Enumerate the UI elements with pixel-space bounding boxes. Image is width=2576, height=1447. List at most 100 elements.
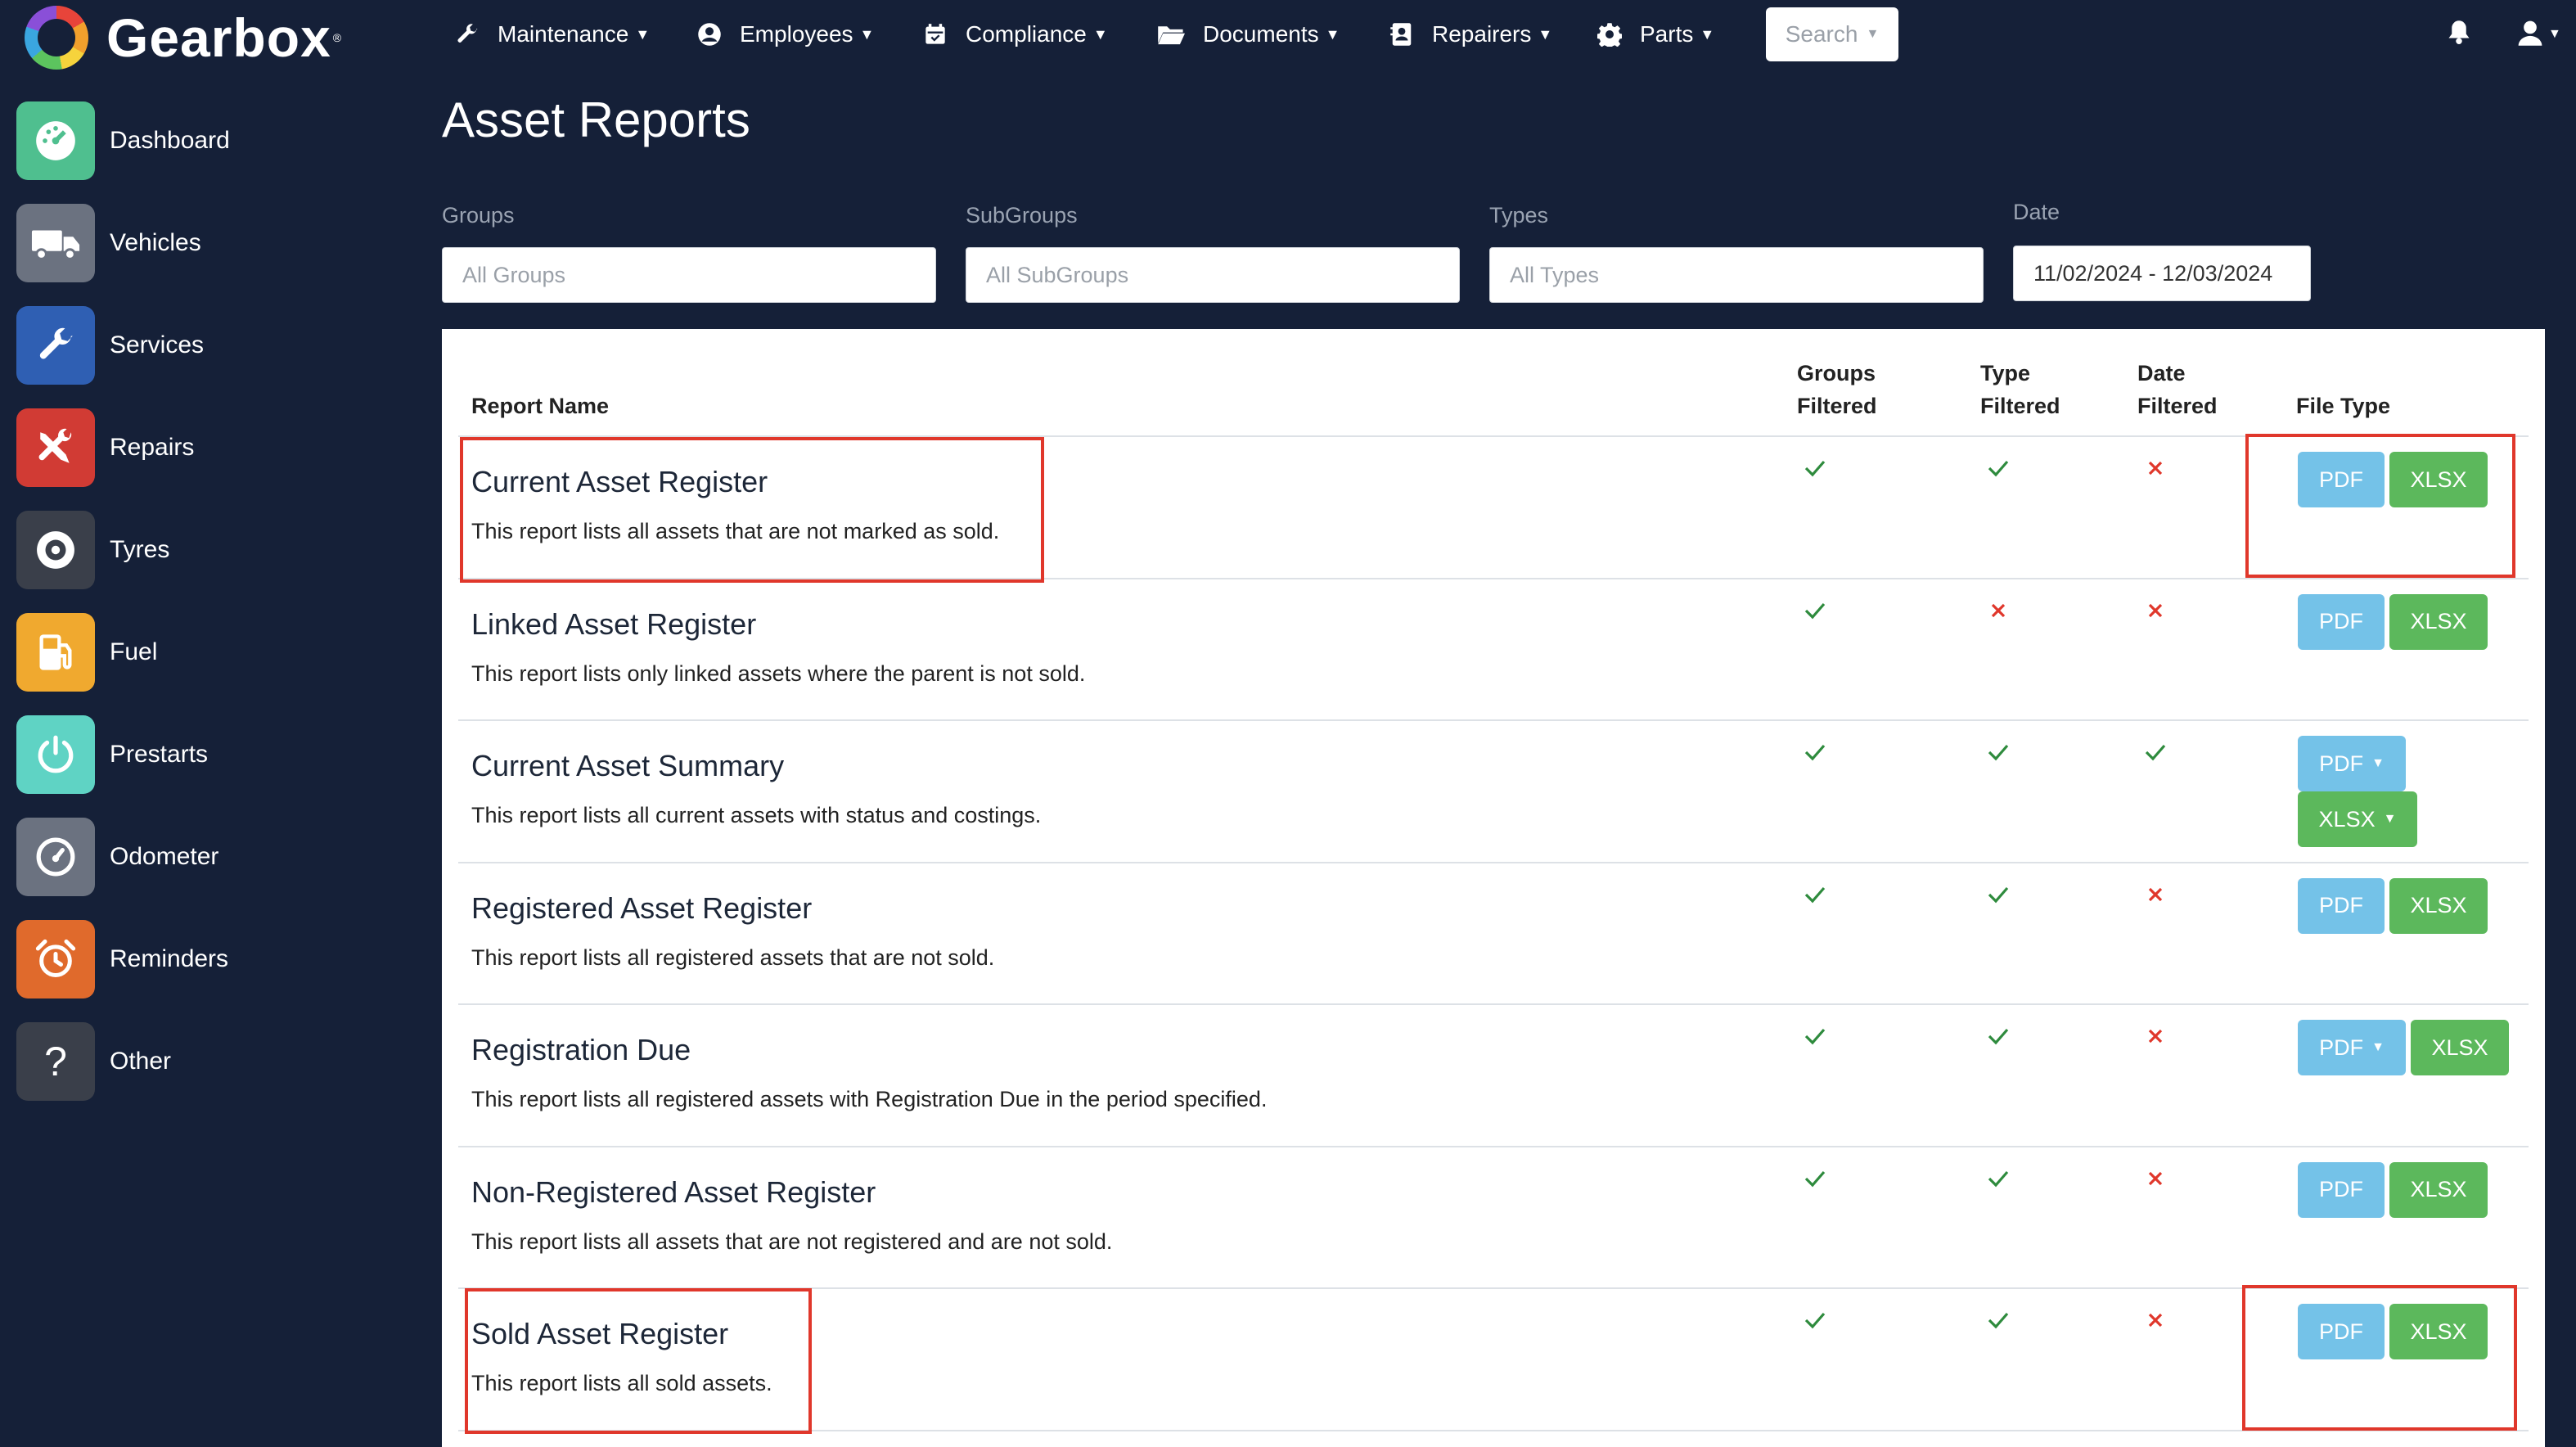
cross-icon [1985, 597, 2011, 624]
check-icon [1985, 881, 2011, 908]
caret-down-icon: ▼ [859, 25, 875, 43]
cross-icon [2142, 1307, 2168, 1333]
gear-icon [1597, 22, 1622, 47]
caret-down-icon: ▼ [2371, 1040, 2385, 1054]
nav-maintenance[interactable]: Maintenance ▼ [455, 0, 650, 69]
caret-down-icon: ▼ [1700, 25, 1715, 43]
subgroups-label: SubGroups [966, 203, 1078, 228]
groups-label: Groups [442, 203, 515, 228]
groups-select[interactable]: All Groups [442, 247, 936, 303]
check-icon [1985, 1165, 2011, 1192]
row-divider [458, 719, 2529, 721]
sidebar-item-prestarts[interactable]: Prestarts [16, 715, 393, 794]
contact-card-icon [1389, 22, 1414, 47]
highlight-box-current-asset-filetype [2245, 434, 2515, 578]
cross-icon [2142, 1023, 2168, 1049]
caret-down-icon: ▼ [1325, 25, 1340, 43]
nav-employees[interactable]: Employees ▼ [697, 0, 874, 69]
calendar-icon [923, 22, 948, 47]
tools-icon [16, 408, 95, 487]
search-button[interactable]: Search ▼ [1766, 7, 1898, 61]
highlight-box-current-asset-title [460, 437, 1044, 583]
sidebar-item-odometer[interactable]: Odometer [16, 818, 393, 896]
alarm-clock-icon [16, 920, 95, 998]
cross-icon [2142, 881, 2168, 908]
fuel-pump-icon [16, 613, 95, 692]
sidebar-item-tyres[interactable]: Tyres [16, 511, 393, 589]
pdf-dropdown-button[interactable]: PDF ▼ [2298, 736, 2406, 791]
nav-documents[interactable]: Documents ▼ [1157, 0, 1340, 69]
brand-logo[interactable]: Gearbox ® [25, 5, 341, 70]
xlsx-button[interactable]: XLSX [2389, 593, 2488, 650]
sidebar-item-dashboard[interactable]: Dashboard [16, 101, 393, 180]
question-icon: ? [16, 1022, 95, 1101]
pdf-button[interactable]: PDF [2298, 593, 2385, 650]
bell-icon[interactable] [2447, 18, 2476, 51]
report-title: Non-Registered Asset Register [471, 1174, 876, 1209]
pdf-button[interactable]: PDF [2298, 877, 2385, 934]
sidebar-item-fuel[interactable]: Fuel [16, 613, 393, 692]
check-icon [1802, 739, 1828, 765]
types-select[interactable]: All Types [1489, 247, 1984, 303]
date-label: Date [2013, 200, 2060, 224]
cross-icon [2142, 1165, 2168, 1192]
user-icon [2517, 19, 2543, 51]
subgroups-select[interactable]: All SubGroups [966, 247, 1460, 303]
header-file-type: File Type [2296, 394, 2391, 418]
folder-icon [1157, 22, 1185, 47]
cross-icon [2142, 455, 2168, 481]
user-circle-icon [697, 22, 722, 47]
speedometer-icon [16, 101, 95, 180]
nav-repairers[interactable]: Repairers ▼ [1389, 0, 1552, 69]
header-date-filtered: Date Filtered [2137, 361, 2218, 418]
check-icon [1802, 1307, 1828, 1333]
odometer-icon [16, 818, 95, 896]
report-description: This report lists all registered assets … [471, 944, 995, 970]
pdf-dropdown-button[interactable]: PDF ▼ [2298, 1020, 2406, 1075]
check-icon [1802, 881, 1828, 908]
sidebar-item-services[interactable]: Services [16, 306, 393, 385]
sidebar-item-vehicles[interactable]: Vehicles [16, 204, 393, 282]
nav-parts[interactable]: Parts ▼ [1597, 0, 1714, 69]
check-icon [1802, 1023, 1828, 1049]
date-range-input[interactable]: 11/02/2024 - 12/03/2024 [2013, 246, 2311, 301]
check-icon [1985, 1023, 2011, 1049]
gearbox-logo-icon [25, 6, 88, 70]
check-icon [1802, 1165, 1828, 1192]
check-icon [1802, 597, 1828, 624]
types-label: Types [1489, 203, 1549, 228]
highlight-box-sold-asset-title [465, 1288, 812, 1434]
user-menu[interactable]: ▼ [2517, 18, 2566, 51]
caret-down-icon: ▼ [1866, 27, 1880, 41]
report-description: This report lists all registered assets … [471, 1087, 1268, 1111]
tyre-icon [16, 511, 95, 589]
caret-down-icon: ▼ [2383, 812, 2397, 826]
caret-down-icon: ▼ [2371, 756, 2385, 770]
highlight-box-sold-asset-filetype [2242, 1285, 2517, 1431]
sidebar-item-reminders[interactable]: Reminders [16, 920, 393, 998]
nav-compliance[interactable]: Compliance ▼ [923, 0, 1108, 69]
truck-icon [16, 204, 95, 282]
check-icon [1985, 455, 2011, 481]
caret-down-icon: ▼ [1538, 25, 1553, 43]
cross-icon [2142, 597, 2168, 624]
report-title: Registered Asset Register [471, 890, 813, 925]
xlsx-button[interactable]: XLSX [2389, 1161, 2488, 1218]
row-divider [458, 1003, 2529, 1005]
check-icon [2142, 739, 2168, 765]
xlsx-dropdown-button[interactable]: XLSX ▼ [2298, 791, 2417, 847]
wrench-icon [455, 22, 480, 47]
sidebar-item-repairs[interactable]: Repairs [16, 408, 393, 487]
xlsx-button[interactable]: XLSX [2411, 1020, 2509, 1075]
report-title: Registration Due [471, 1033, 691, 1066]
brand-name: Gearbox [106, 7, 331, 68]
xlsx-button[interactable]: XLSX [2389, 877, 2488, 934]
report-description: This report lists only linked assets whe… [471, 660, 1086, 686]
sidebar-item-other[interactable]: ? Other [16, 1022, 393, 1101]
report-title: Current Asset Summary [471, 749, 785, 782]
report-description: This report lists all assets that are no… [471, 1228, 1113, 1254]
caret-down-icon: ▼ [1092, 25, 1108, 43]
header-type-filtered: Type Filtered [1980, 361, 2060, 418]
report-title: Linked Asset Register [471, 606, 757, 641]
pdf-button[interactable]: PDF [2298, 1161, 2385, 1218]
